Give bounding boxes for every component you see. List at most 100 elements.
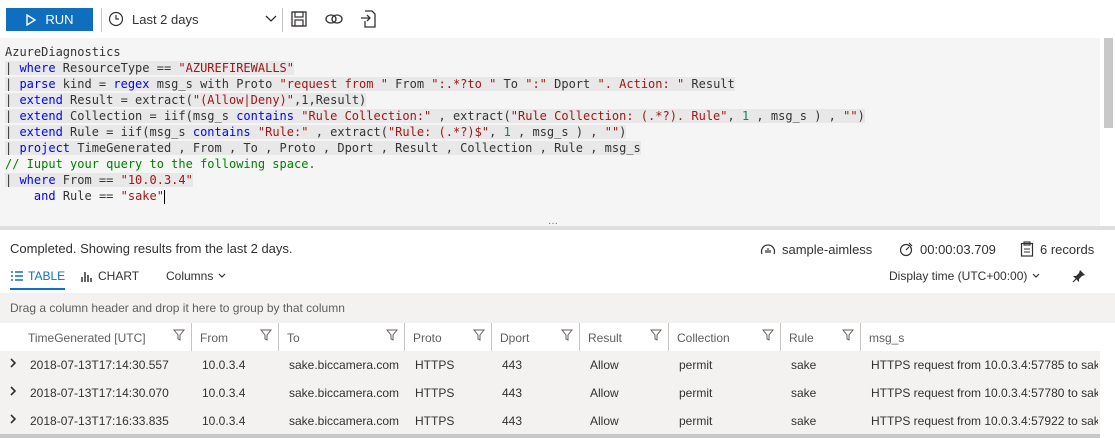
query-line[interactable]: and Rule == "sake" — [5, 188, 165, 204]
code-token: kind = — [55, 77, 114, 91]
scrollbar-thumb[interactable] — [1104, 38, 1113, 128]
time-range-picker[interactable]: Last 2 days — [108, 7, 278, 31]
query-editor[interactable]: AzureDiagnostics | where ResourceType == … — [0, 38, 1100, 226]
results-status-bar: Completed. Showing results from the last… — [0, 232, 1115, 264]
filter-icon[interactable] — [172, 329, 186, 344]
tab-table[interactable]: TABLE — [10, 269, 65, 283]
play-icon — [26, 13, 37, 26]
save-icon[interactable] — [288, 8, 310, 30]
header-timegenerated[interactable]: TimeGenerated [UTC] — [20, 323, 192, 351]
filter-icon[interactable] — [472, 329, 486, 344]
query-line[interactable]: AzureDiagnostics — [5, 44, 121, 60]
record-count: 6 records — [1040, 241, 1095, 257]
table-cell: 443 — [502, 414, 523, 428]
query-line[interactable]: | where From == "10.0.3.4" — [5, 172, 193, 188]
chevron-right-icon[interactable] — [8, 413, 18, 428]
run-button[interactable]: RUN — [6, 8, 93, 31]
code-token: , msg_s ) , — [510, 125, 605, 139]
code-token: Result — [684, 77, 735, 91]
pin-icon[interactable] — [1072, 269, 1086, 283]
table-cell: 443 — [502, 386, 523, 400]
header-msg-s[interactable]: msg_s — [861, 323, 1100, 351]
clipboard-icon — [1020, 241, 1034, 257]
tab-chart[interactable]: CHART — [80, 269, 139, 283]
table-row[interactable]: 2018-07-13T17:14:30.070 10.0.3.4 sake.bicc… — [0, 379, 1100, 408]
table-cell: 2018-07-13T17:14:30.557 — [30, 358, 169, 372]
query-line-text: | extend Rule = iif(msg_s contains "Rule… — [5, 125, 627, 139]
query-duration: 00:00:03.709 — [920, 241, 996, 257]
records-info: 6 records — [1020, 241, 1094, 257]
code-token: "AZUREFIREWALLS" — [178, 61, 294, 75]
query-line[interactable]: | extend Result = extract("(Allow|Deny)"… — [5, 92, 367, 108]
filter-icon[interactable] — [761, 329, 775, 344]
columns-dropdown[interactable]: Columns — [166, 269, 227, 283]
filter-icon[interactable] — [385, 329, 399, 344]
code-token: extend — [19, 109, 63, 123]
code-token: "sake" — [120, 189, 164, 203]
filter-icon[interactable] — [259, 329, 273, 344]
chevron-down-icon — [265, 15, 277, 22]
query-line[interactable]: | where ResourceType == "AZUREFIREWALLS" — [5, 60, 294, 76]
table-cell: permit — [679, 414, 713, 428]
chevron-right-icon[interactable] — [8, 357, 18, 372]
group-by-hint: Drag a column header and drop it here to… — [10, 301, 345, 315]
filter-icon[interactable] — [649, 329, 663, 344]
code-token: | — [5, 109, 20, 123]
run-label: RUN — [45, 12, 74, 27]
code-token: "(Allow|Deny)" — [192, 93, 295, 107]
column-header-label: Rule — [789, 331, 814, 345]
export-icon[interactable] — [358, 8, 380, 30]
query-line-text: // Iuput your query to the following spa… — [5, 157, 316, 171]
column-header-label: Dport — [500, 331, 530, 345]
code-token: "" — [843, 109, 858, 123]
code-token: // Iuput your query to the following spa… — [5, 157, 316, 171]
code-token: , — [489, 125, 504, 139]
table-cell: 10.0.3.4 — [202, 386, 246, 400]
header-dport[interactable]: Dport — [492, 323, 580, 351]
table-cell: sake.biccamera.com — [289, 358, 400, 372]
toolbar-divider — [101, 8, 102, 32]
header-result[interactable]: Result — [580, 323, 669, 351]
query-line-text: AzureDiagnostics — [5, 45, 121, 59]
query-line[interactable]: | project TimeGenerated , From , To , Pr… — [5, 140, 641, 156]
pane-splitter[interactable]: ··· — [0, 218, 1115, 230]
query-line[interactable]: | extend Rule = iif(msg_s contains "Rule… — [5, 124, 627, 140]
code-token: | — [5, 61, 20, 75]
table-cell: permit — [679, 358, 713, 372]
column-header-label: Proto — [413, 331, 442, 345]
code-token: "Rule Collection: (.*?). Rule" — [510, 109, 728, 123]
query-line[interactable]: | extend Collection = iif(msg_s contains… — [5, 108, 865, 124]
code-token: | — [5, 125, 20, 139]
code-token: "Rule: (.*?)$" — [387, 125, 490, 139]
code-token: "" — [604, 125, 620, 139]
code-token: where — [19, 61, 56, 75]
time-range-label: Last 2 days — [132, 11, 199, 27]
query-line[interactable]: | parse kind = regex msg_s with Proto "r… — [5, 76, 735, 92]
group-by-area[interactable]: Drag a column header and drop it here to… — [0, 293, 1115, 323]
chevron-right-icon[interactable] — [8, 385, 18, 400]
header-from[interactable]: From — [192, 323, 279, 351]
chevron-down-icon — [218, 273, 226, 278]
tab-table-underline — [10, 288, 65, 290]
query-line[interactable]: // Iuput your query to the following spa… — [5, 156, 316, 172]
display-time-dropdown[interactable]: Display time (UTC+00:00) — [889, 269, 1041, 283]
table-row[interactable]: 2018-07-13T17:14:30.557 10.0.3.4 sake.bicc… — [0, 351, 1100, 380]
header-to[interactable]: To — [279, 323, 405, 351]
grid-horizontal-scrollbar[interactable] — [0, 434, 1100, 438]
header-proto[interactable]: Proto — [405, 323, 492, 351]
filter-icon[interactable] — [560, 329, 574, 344]
editor-scrollbar[interactable] — [1101, 38, 1115, 226]
table-row[interactable]: 2018-07-13T17:16:33.835 10.0.3.4 sake.bicc… — [0, 407, 1100, 436]
filter-icon[interactable] — [841, 329, 855, 344]
code-token: "Rule Collection:" — [301, 109, 432, 123]
code-token: contains — [192, 125, 251, 139]
link-icon[interactable] — [323, 8, 345, 30]
code-token: ":.*?to " — [431, 77, 497, 91]
code-token: | — [5, 173, 20, 187]
query-line-text: | project TimeGenerated , From , To , Pr… — [5, 141, 641, 155]
code-token: extend — [19, 93, 63, 107]
header-rule[interactable]: Rule — [781, 323, 861, 351]
query-line-text: and Rule == "sake" — [5, 189, 164, 203]
header-collection[interactable]: Collection — [669, 323, 781, 351]
